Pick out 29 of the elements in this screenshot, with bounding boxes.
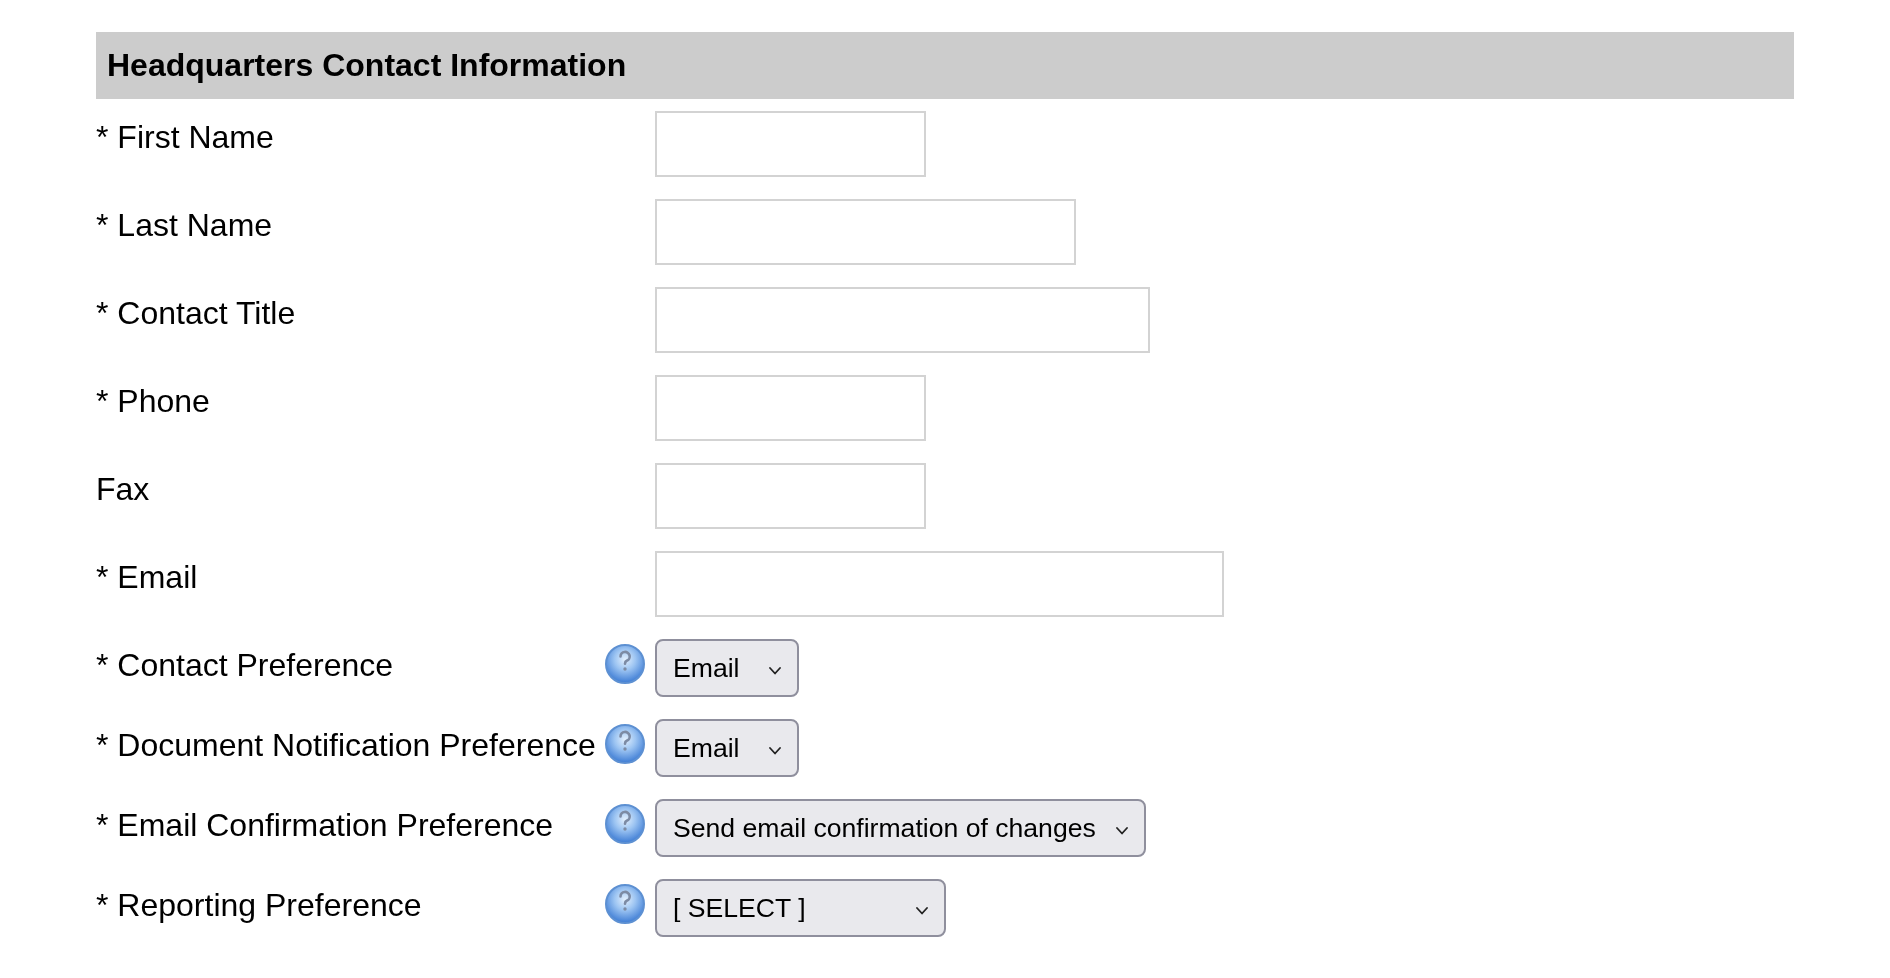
dropdown[interactable]: [ SELECT ] [655,879,946,937]
chevron-down-icon [916,907,928,915]
input-field[interactable] [655,111,926,177]
field-label: * Reporting Preference [96,886,422,924]
field-label: * Email [96,558,198,596]
field-label: * Contact Preference [96,646,394,684]
field-label: * Contact Title [96,294,296,332]
help-icon[interactable] [605,644,645,684]
help-icon[interactable] [605,804,645,844]
input-field[interactable] [655,287,1150,353]
dropdown[interactable]: Send email confirmation of changes [655,799,1146,857]
field-label: Fax [96,470,150,508]
input-field[interactable] [655,551,1224,617]
input-field[interactable] [655,199,1076,265]
chevron-down-icon [1116,827,1128,835]
chevron-down-icon [769,667,781,675]
field-label: * Email Confirmation Preference [96,806,554,844]
dropdown[interactable]: Email [655,639,799,697]
chevron-down-icon [769,747,781,755]
help-icon[interactable] [605,884,645,924]
help-icon[interactable] [605,724,645,764]
field-label: * Phone [96,382,210,420]
input-field[interactable] [655,375,926,441]
dropdown[interactable]: Email [655,719,799,777]
section-title: Headquarters Contact Information [107,47,627,84]
input-field[interactable] [655,463,926,529]
field-label: * Document Notification Preference [96,726,596,764]
field-label: * Last Name [96,206,273,244]
field-label: * First Name [96,118,274,156]
